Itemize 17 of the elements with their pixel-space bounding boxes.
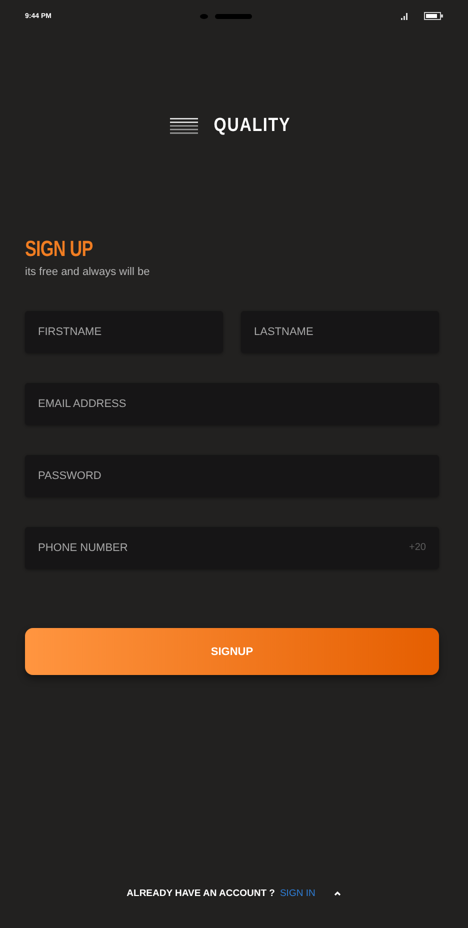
sign-in-link[interactable]: SIGN IN	[280, 888, 316, 899]
lines-icon	[170, 118, 198, 134]
logo-text: QUALITY	[214, 115, 291, 137]
page-title: SIGN UP	[25, 236, 94, 262]
input-field[interactable]: PASSWORD	[25, 455, 439, 497]
speaker-icon	[215, 14, 252, 18]
battery-icon	[424, 12, 443, 20]
signup-button[interactable]: SIGNUP	[25, 628, 439, 675]
chevron-up-icon[interactable]	[334, 891, 342, 896]
input-field[interactable]: EMAIL ADDRESS	[25, 383, 439, 425]
camera-icon	[200, 14, 208, 18]
country-code: +20	[409, 542, 426, 553]
subtitle: its free and always will be	[25, 266, 151, 278]
input-field[interactable]: LASTNAME	[241, 311, 439, 353]
signal-icon	[401, 12, 408, 20]
account-prompt: ALREADY HAVE AN ACCOUNT ?	[126, 888, 275, 899]
input-field[interactable]: FIRSTNAME	[25, 311, 223, 353]
